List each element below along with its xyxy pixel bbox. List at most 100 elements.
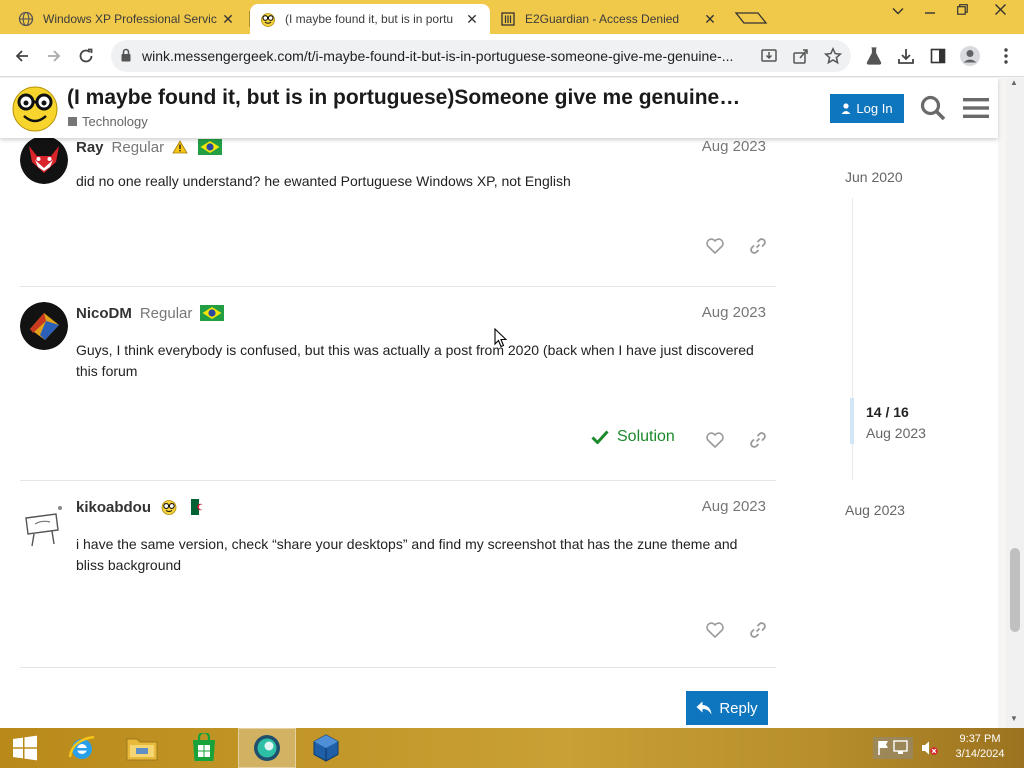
brazil-flag-icon	[198, 139, 223, 155]
reload-icon[interactable]	[72, 42, 100, 70]
timeline-position: 14 / 16	[866, 404, 909, 420]
username[interactable]: kikoabdou	[76, 499, 151, 516]
warning-icon	[172, 140, 188, 154]
user-icon	[841, 103, 851, 114]
share-icon[interactable]	[791, 46, 811, 66]
timeline-handle[interactable]	[850, 398, 854, 444]
like-heart-icon[interactable]	[701, 426, 729, 454]
profile-avatar-icon[interactable]	[958, 44, 982, 68]
tab-label: E2Guardian - Access Denied	[525, 12, 680, 26]
tab-windows-xp-services[interactable]: Windows XP Professional Servic ✕	[8, 4, 246, 34]
action-center-flag-icon[interactable]	[868, 728, 918, 768]
building-icon	[500, 11, 516, 27]
like-heart-icon[interactable]	[701, 616, 729, 644]
install-app-icon[interactable]	[759, 46, 779, 66]
like-heart-icon[interactable]	[701, 232, 729, 260]
avatar[interactable]	[20, 138, 68, 184]
browser-toolbar: wink.messengergeek.com/t/i-maybe-found-i…	[0, 34, 1024, 77]
tab-label: (I maybe found it, but is in portu	[285, 12, 454, 26]
post-date[interactable]: Aug 2023	[702, 138, 766, 158]
hamburger-menu-icon[interactable]	[961, 93, 991, 123]
post-body: Guys, I think everybody is confused, but…	[76, 342, 754, 379]
topic-content: Ray Regular Aug 2023 did no one really u…	[0, 138, 998, 728]
tab-label: Windows XP Professional Servic	[43, 12, 217, 26]
brazil-flag-icon	[200, 305, 225, 321]
lock-icon[interactable]	[120, 48, 132, 67]
forward-arrow-icon[interactable]	[40, 42, 68, 70]
browser-taskbar-icon[interactable]	[238, 728, 296, 768]
window-close-icon[interactable]	[980, 0, 1020, 24]
smiley-favicon-icon	[260, 11, 276, 27]
restore-icon[interactable]	[946, 0, 978, 24]
download-icon[interactable]	[894, 44, 918, 68]
log-in-label: Log In	[856, 101, 893, 116]
tab-close-icon[interactable]: ✕	[702, 11, 718, 28]
reply-button[interactable]: Reply	[686, 691, 768, 725]
timeline-position-date: Aug 2023	[866, 425, 926, 441]
mouse-cursor-icon	[494, 327, 508, 353]
address-bar[interactable]: wink.messengergeek.com/t/i-maybe-found-i…	[111, 40, 851, 72]
tab-search-chevron-icon[interactable]	[882, 0, 914, 24]
page-scrollbar[interactable]: ▲ ▼	[1006, 78, 1024, 728]
system-clock[interactable]: 9:37 PM 3/14/2024	[944, 732, 1016, 762]
internet-explorer-icon[interactable]	[54, 728, 110, 768]
post: Ray Regular Aug 2023 did no one really u…	[20, 138, 776, 287]
scrollbar-thumb[interactable]	[1010, 548, 1020, 632]
share-link-icon[interactable]	[744, 426, 772, 454]
username[interactable]: Ray	[76, 139, 104, 156]
scroll-up-arrow-icon[interactable]: ▲	[1010, 78, 1018, 87]
post-meta: Ray Regular	[76, 138, 223, 158]
post-meta: kikoabdou	[76, 496, 208, 518]
url-text[interactable]: wink.messengergeek.com/t/i-maybe-found-i…	[142, 48, 762, 64]
tab-active-topic[interactable]: (I maybe found it, but is in portu ✕	[250, 4, 490, 34]
experiments-flask-icon[interactable]	[862, 44, 886, 68]
share-link-icon[interactable]	[744, 616, 772, 644]
solution-button[interactable]: Solution	[591, 428, 675, 446]
tab-access-denied[interactable]: E2Guardian - Access Denied ✕	[490, 4, 728, 34]
tab-strip: Windows XP Professional Servic ✕ (I mayb…	[0, 0, 1024, 34]
solution-label: Solution	[617, 428, 675, 445]
category-badge[interactable]: Technology	[68, 114, 148, 129]
file-explorer-icon[interactable]	[114, 728, 170, 768]
clock-date: 3/14/2024	[955, 748, 1005, 760]
search-icon[interactable]	[918, 93, 948, 123]
new-tab-button[interactable]	[734, 9, 768, 27]
reply-label: Reply	[719, 699, 758, 717]
tab-close-icon[interactable]: ✕	[464, 11, 480, 28]
algeria-flag-icon	[191, 499, 208, 515]
scroll-down-arrow-icon[interactable]: ▼	[1010, 714, 1018, 723]
menu-kebab-icon[interactable]	[994, 44, 1018, 68]
bookmark-star-icon[interactable]	[823, 46, 843, 66]
timeline-end-date[interactable]: Aug 2023	[845, 502, 905, 518]
nerd-smiley-icon	[161, 499, 177, 515]
username[interactable]: NicoDM	[76, 305, 132, 322]
log-in-button[interactable]: Log In	[830, 94, 904, 123]
post: kikoabdou Aug 2023 i have the same versi…	[20, 496, 776, 668]
share-link-icon[interactable]	[744, 232, 772, 260]
post-meta: NicoDM Regular	[76, 302, 225, 324]
post-date[interactable]: Aug 2023	[702, 496, 766, 518]
tab-close-icon[interactable]: ✕	[220, 11, 236, 28]
topic-title[interactable]: (I maybe found it, but is in portuguese)…	[67, 86, 807, 110]
checkmark-icon	[591, 430, 609, 444]
globe-icon	[18, 11, 34, 27]
back-arrow-icon[interactable]	[8, 42, 36, 70]
timeline-start-date[interactable]: Jun 2020	[845, 169, 903, 185]
category-color-square	[68, 117, 77, 126]
volume-muted-icon[interactable]	[920, 728, 940, 768]
user-title: Regular	[139, 304, 193, 322]
windows-start-icon[interactable]	[0, 728, 50, 768]
site-logo-icon[interactable]	[10, 84, 60, 137]
windows-taskbar: 9:37 PM 3/14/2024	[0, 728, 1024, 768]
post: NicoDM Regular Aug 2023 Guys, I think ev…	[20, 302, 776, 481]
windows-store-icon[interactable]	[176, 728, 232, 768]
minimize-icon[interactable]	[914, 0, 946, 24]
post-date[interactable]: Aug 2023	[702, 302, 766, 324]
clock-time: 9:37 PM	[959, 733, 1001, 745]
site-header: (I maybe found it, but is in portuguese)…	[0, 78, 998, 138]
post-body: i have the same version, check “share yo…	[76, 536, 738, 573]
side-panel-icon[interactable]	[926, 44, 950, 68]
avatar[interactable]	[20, 500, 68, 548]
virtualbox-icon[interactable]	[298, 728, 354, 768]
avatar[interactable]	[20, 302, 68, 350]
